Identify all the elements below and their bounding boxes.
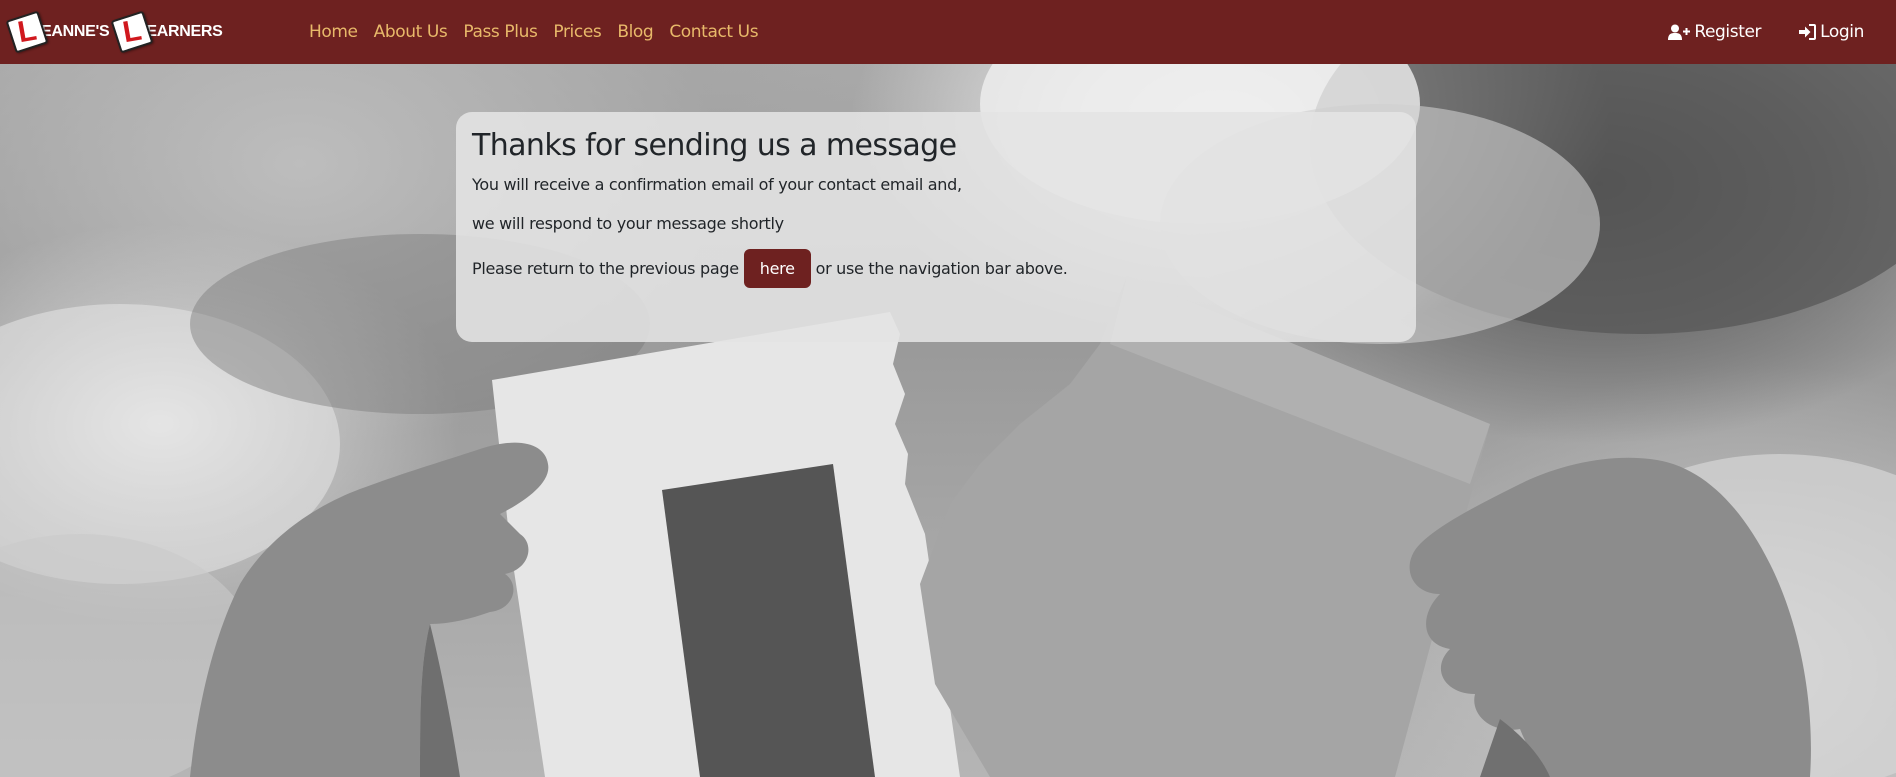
logo-word-2: EARNERS <box>146 23 223 40</box>
confirmation-title: Thanks for sending us a message <box>472 128 957 163</box>
user-plus-icon <box>1668 24 1691 40</box>
l-plate-icon: L <box>110 10 154 54</box>
navbar: L EANNE'S L EARNERS Home About Us Pass P… <box>0 0 1896 64</box>
nav-home[interactable]: Home <box>309 22 358 42</box>
nav-prices[interactable]: Prices <box>553 22 601 42</box>
confirmation-card: Thanks for sending us a message You will… <box>456 112 1416 342</box>
register-label: Register <box>1694 22 1762 42</box>
here-button[interactable]: here <box>743 249 811 288</box>
sign-in-icon <box>1799 24 1817 40</box>
confirmation-line-2: we will respond to your message shortly <box>472 214 784 233</box>
logo-word-1: EANNE'S <box>41 23 110 40</box>
return-prefix: Please return to the previous page <box>472 259 739 278</box>
return-suffix: or use the navigation bar above. <box>815 259 1068 278</box>
l-plate-icon: L <box>5 10 49 54</box>
login-label: Login <box>1820 22 1864 42</box>
nav-about-us[interactable]: About Us <box>374 22 448 42</box>
nav-account: Register Login <box>1668 0 1864 64</box>
nav-pass-plus[interactable]: Pass Plus <box>463 22 537 42</box>
register-link[interactable]: Register <box>1668 22 1762 42</box>
return-instructions: Please return to the previous page here … <box>472 249 1400 288</box>
nav-blog[interactable]: Blog <box>617 22 653 42</box>
nav-links: Home About Us Pass Plus Prices Blog Cont… <box>309 0 774 64</box>
confirmation-line-1: You will receive a confirmation email of… <box>472 175 962 194</box>
login-link[interactable]: Login <box>1799 22 1864 42</box>
brand-logo[interactable]: L EANNE'S L EARNERS <box>5 10 229 54</box>
nav-contact-us[interactable]: Contact Us <box>669 22 758 42</box>
